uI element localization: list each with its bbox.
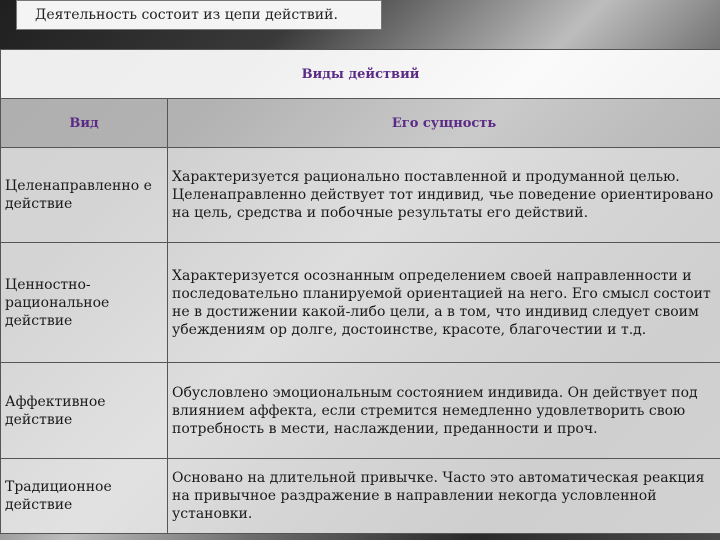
table-header-row: Вид Его сущность bbox=[0, 98, 720, 148]
column-header-kind: Вид bbox=[0, 98, 168, 148]
cell-essence: Основано на длительной привычке. Часто э… bbox=[167, 458, 720, 534]
column-header-essence: Его сущность bbox=[167, 98, 720, 148]
table-row: Аффективное действие Обусловлено эмоцион… bbox=[0, 362, 720, 459]
cell-kind: Ценностно-рациональное действие bbox=[0, 242, 168, 363]
actions-table: Виды действий Вид Его сущность Целенапра… bbox=[0, 49, 720, 534]
table-row: Целенаправленно е действие Характеризует… bbox=[0, 147, 720, 243]
cell-essence: Характеризуется осознанным определением … bbox=[167, 242, 720, 363]
table-caption-row: Виды действий bbox=[0, 49, 720, 99]
cell-kind: Целенаправленно е действие bbox=[0, 147, 168, 243]
cell-essence: Характеризуется рационально поставленной… bbox=[167, 147, 720, 243]
cell-essence: Обусловлено эмоциональным состоянием инд… bbox=[167, 362, 720, 459]
table-row: Традиционное действие Основано на длител… bbox=[0, 458, 720, 534]
table-row: Ценностно-рациональное действие Характер… bbox=[0, 242, 720, 363]
table-caption: Виды действий bbox=[0, 49, 720, 99]
slide-title: Деятельность состоит из цепи действий. bbox=[16, 0, 382, 30]
cell-kind: Аффективное действие bbox=[0, 362, 168, 459]
cell-kind: Традиционное действие bbox=[0, 458, 168, 534]
